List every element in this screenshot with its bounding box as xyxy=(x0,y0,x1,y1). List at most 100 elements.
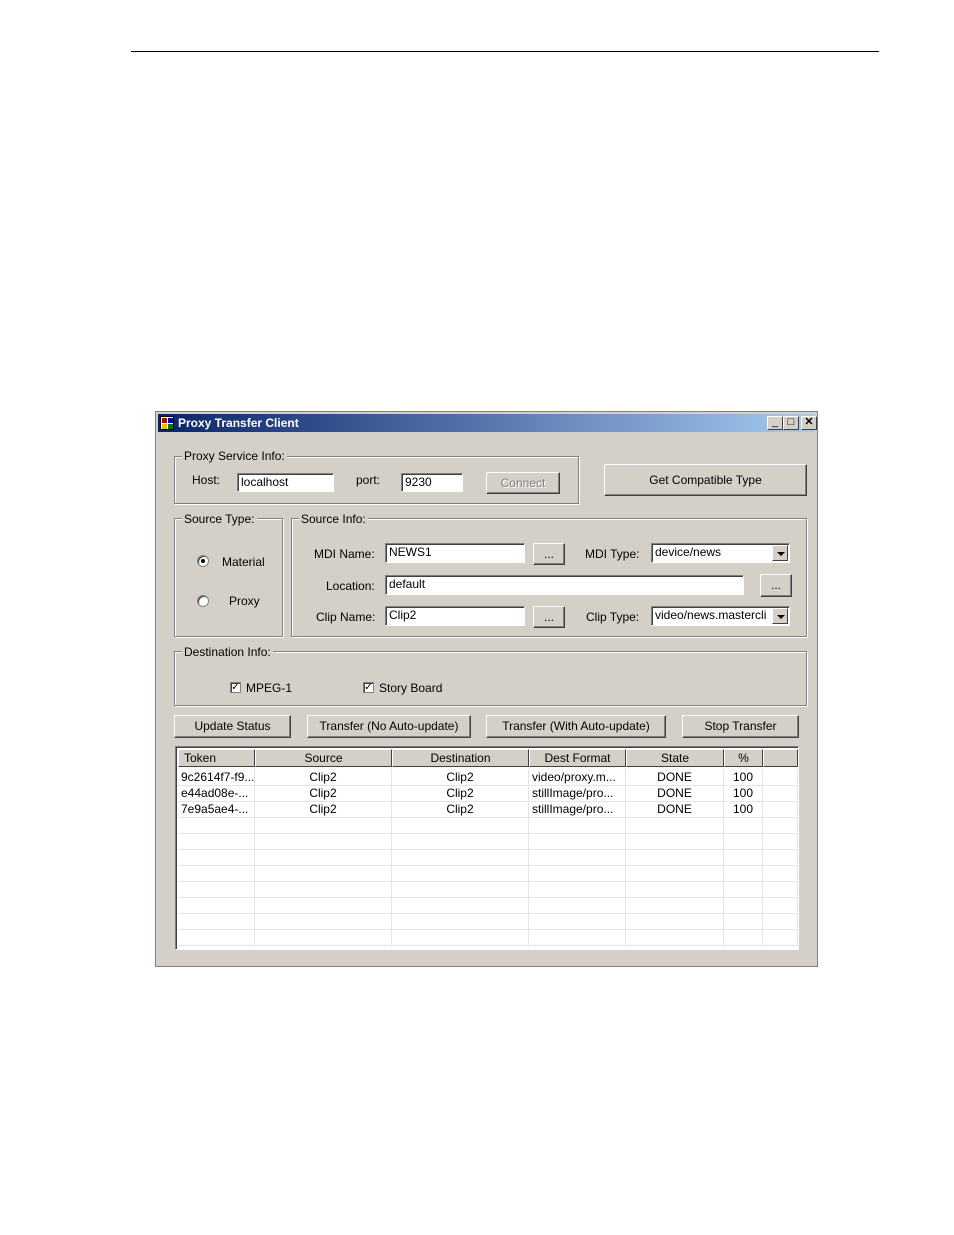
location-browse-button[interactable]: ... xyxy=(760,574,792,597)
table-cell xyxy=(392,865,529,881)
column-header-percent[interactable]: % xyxy=(724,749,763,767)
minimize-icon[interactable]: _ xyxy=(767,416,783,430)
transfer-with-auto-button[interactable]: Transfer (With Auto-update) xyxy=(486,715,666,738)
table-cell xyxy=(255,881,392,897)
table-row[interactable]: e44ad08e-... Clip2 Clip2 stillImage/pro... D… xyxy=(178,785,798,802)
table-cell xyxy=(178,897,255,913)
table-cell xyxy=(724,849,763,865)
table-row[interactable] xyxy=(178,913,798,930)
table-cell: Clip2 xyxy=(255,801,392,817)
clip-name-label: Clip Name: xyxy=(316,610,376,624)
table-cell xyxy=(724,897,763,913)
transfer-table[interactable]: Token Source Destination Dest Format Sta… xyxy=(175,746,799,950)
table-row[interactable] xyxy=(178,881,798,898)
mpeg1-checkbox[interactable]: ✓ xyxy=(230,682,241,693)
table-row[interactable]: 7e9a5ae4-... Clip2 Clip2 stillImage/pro... D… xyxy=(178,801,798,818)
table-row[interactable] xyxy=(178,849,798,866)
location-label: Location: xyxy=(326,579,375,593)
proxy-transfer-window: Proxy Transfer Client _ □ ✕ Proxy Servic… xyxy=(155,411,818,967)
table-row[interactable] xyxy=(178,929,798,946)
mpeg1-label: MPEG-1 xyxy=(246,681,293,695)
stop-transfer-button[interactable]: Stop Transfer xyxy=(682,715,799,738)
table-cell: stillImage/pro... xyxy=(529,801,626,817)
proxy-service-legend: Proxy Service Info: xyxy=(182,449,287,463)
connect-button[interactable]: Connect xyxy=(486,472,560,494)
table-cell xyxy=(724,817,763,833)
table-row[interactable] xyxy=(178,865,798,882)
table-cell xyxy=(763,913,798,929)
get-compatible-type-button[interactable]: Get Compatible Type xyxy=(604,464,807,496)
table-cell xyxy=(763,881,798,897)
table-cell: DONE xyxy=(626,769,724,785)
mdi-type-select[interactable]: device/news xyxy=(651,543,790,563)
table-cell: DONE xyxy=(626,785,724,801)
table-cell xyxy=(392,897,529,913)
host-input[interactable]: localhost xyxy=(237,473,334,492)
mdi-name-input[interactable]: NEWS1 xyxy=(385,543,525,563)
clip-name-input[interactable]: Clip2 xyxy=(385,606,525,626)
table-cell: Clip2 xyxy=(255,785,392,801)
table-cell xyxy=(529,897,626,913)
table-cell xyxy=(763,769,798,785)
location-input[interactable]: default xyxy=(385,575,744,595)
chevron-down-icon[interactable] xyxy=(772,608,788,624)
table-cell xyxy=(529,817,626,833)
column-header-destination[interactable]: Destination xyxy=(392,749,529,767)
table-cell xyxy=(529,929,626,945)
proxy-label: Proxy xyxy=(229,594,260,608)
table-cell xyxy=(392,849,529,865)
storyboard-label: Story Board xyxy=(379,681,443,695)
table-cell: 100 xyxy=(724,801,763,817)
column-header-source[interactable]: Source xyxy=(255,749,392,767)
port-input[interactable]: 9230 xyxy=(401,473,463,492)
table-row[interactable]: 9c2614f7-f9... Clip2 Clip2 video/proxy.m...… xyxy=(178,769,798,786)
table-cell xyxy=(724,881,763,897)
source-type-group xyxy=(174,518,283,637)
table-cell xyxy=(529,865,626,881)
table-cell xyxy=(392,817,529,833)
storyboard-checkbox[interactable]: ✓ xyxy=(363,682,374,693)
table-cell: 100 xyxy=(724,769,763,785)
table-cell: e44ad08e-... xyxy=(178,785,255,801)
table-row[interactable] xyxy=(178,897,798,914)
column-header-dest-format[interactable]: Dest Format xyxy=(529,749,626,767)
table-cell xyxy=(255,897,392,913)
maximize-icon[interactable]: □ xyxy=(783,416,799,430)
table-cell: Clip2 xyxy=(255,769,392,785)
material-label: Material xyxy=(222,555,265,569)
transfer-no-auto-button[interactable]: Transfer (No Auto-update) xyxy=(307,715,471,738)
table-cell xyxy=(255,849,392,865)
column-header-token[interactable]: Token xyxy=(178,749,255,767)
mdi-name-label: MDI Name: xyxy=(314,547,375,561)
table-cell: stillImage/pro... xyxy=(529,785,626,801)
column-header-state[interactable]: State xyxy=(626,749,724,767)
destination-info-group xyxy=(174,651,807,706)
table-row[interactable] xyxy=(178,833,798,850)
table-cell xyxy=(626,849,724,865)
table-row[interactable] xyxy=(178,817,798,834)
clip-type-select[interactable]: video/news.mastercli xyxy=(651,606,790,626)
table-cell xyxy=(529,833,626,849)
table-cell xyxy=(763,833,798,849)
table-cell xyxy=(763,801,798,817)
table-cell xyxy=(626,817,724,833)
update-status-button[interactable]: Update Status xyxy=(174,715,291,738)
table-cell xyxy=(763,865,798,881)
table-cell xyxy=(626,865,724,881)
table-cell xyxy=(763,849,798,865)
close-icon[interactable]: ✕ xyxy=(801,416,817,430)
mdi-name-browse-button[interactable]: ... xyxy=(533,543,565,565)
check-icon: ✓ xyxy=(231,682,240,693)
clip-type-label: Clip Type: xyxy=(586,610,640,624)
page-header-rule xyxy=(131,51,879,52)
clip-name-browse-button[interactable]: ... xyxy=(533,606,565,628)
proxy-radio[interactable] xyxy=(197,595,209,607)
table-cell xyxy=(626,881,724,897)
title-bar[interactable]: Proxy Transfer Client _ □ ✕ xyxy=(158,414,817,432)
table-cell: video/proxy.m... xyxy=(529,769,626,785)
material-radio[interactable] xyxy=(197,555,209,567)
table-cell xyxy=(392,833,529,849)
table-cell xyxy=(392,929,529,945)
chevron-down-icon[interactable] xyxy=(772,545,788,561)
destination-info-legend: Destination Info: xyxy=(182,645,273,659)
